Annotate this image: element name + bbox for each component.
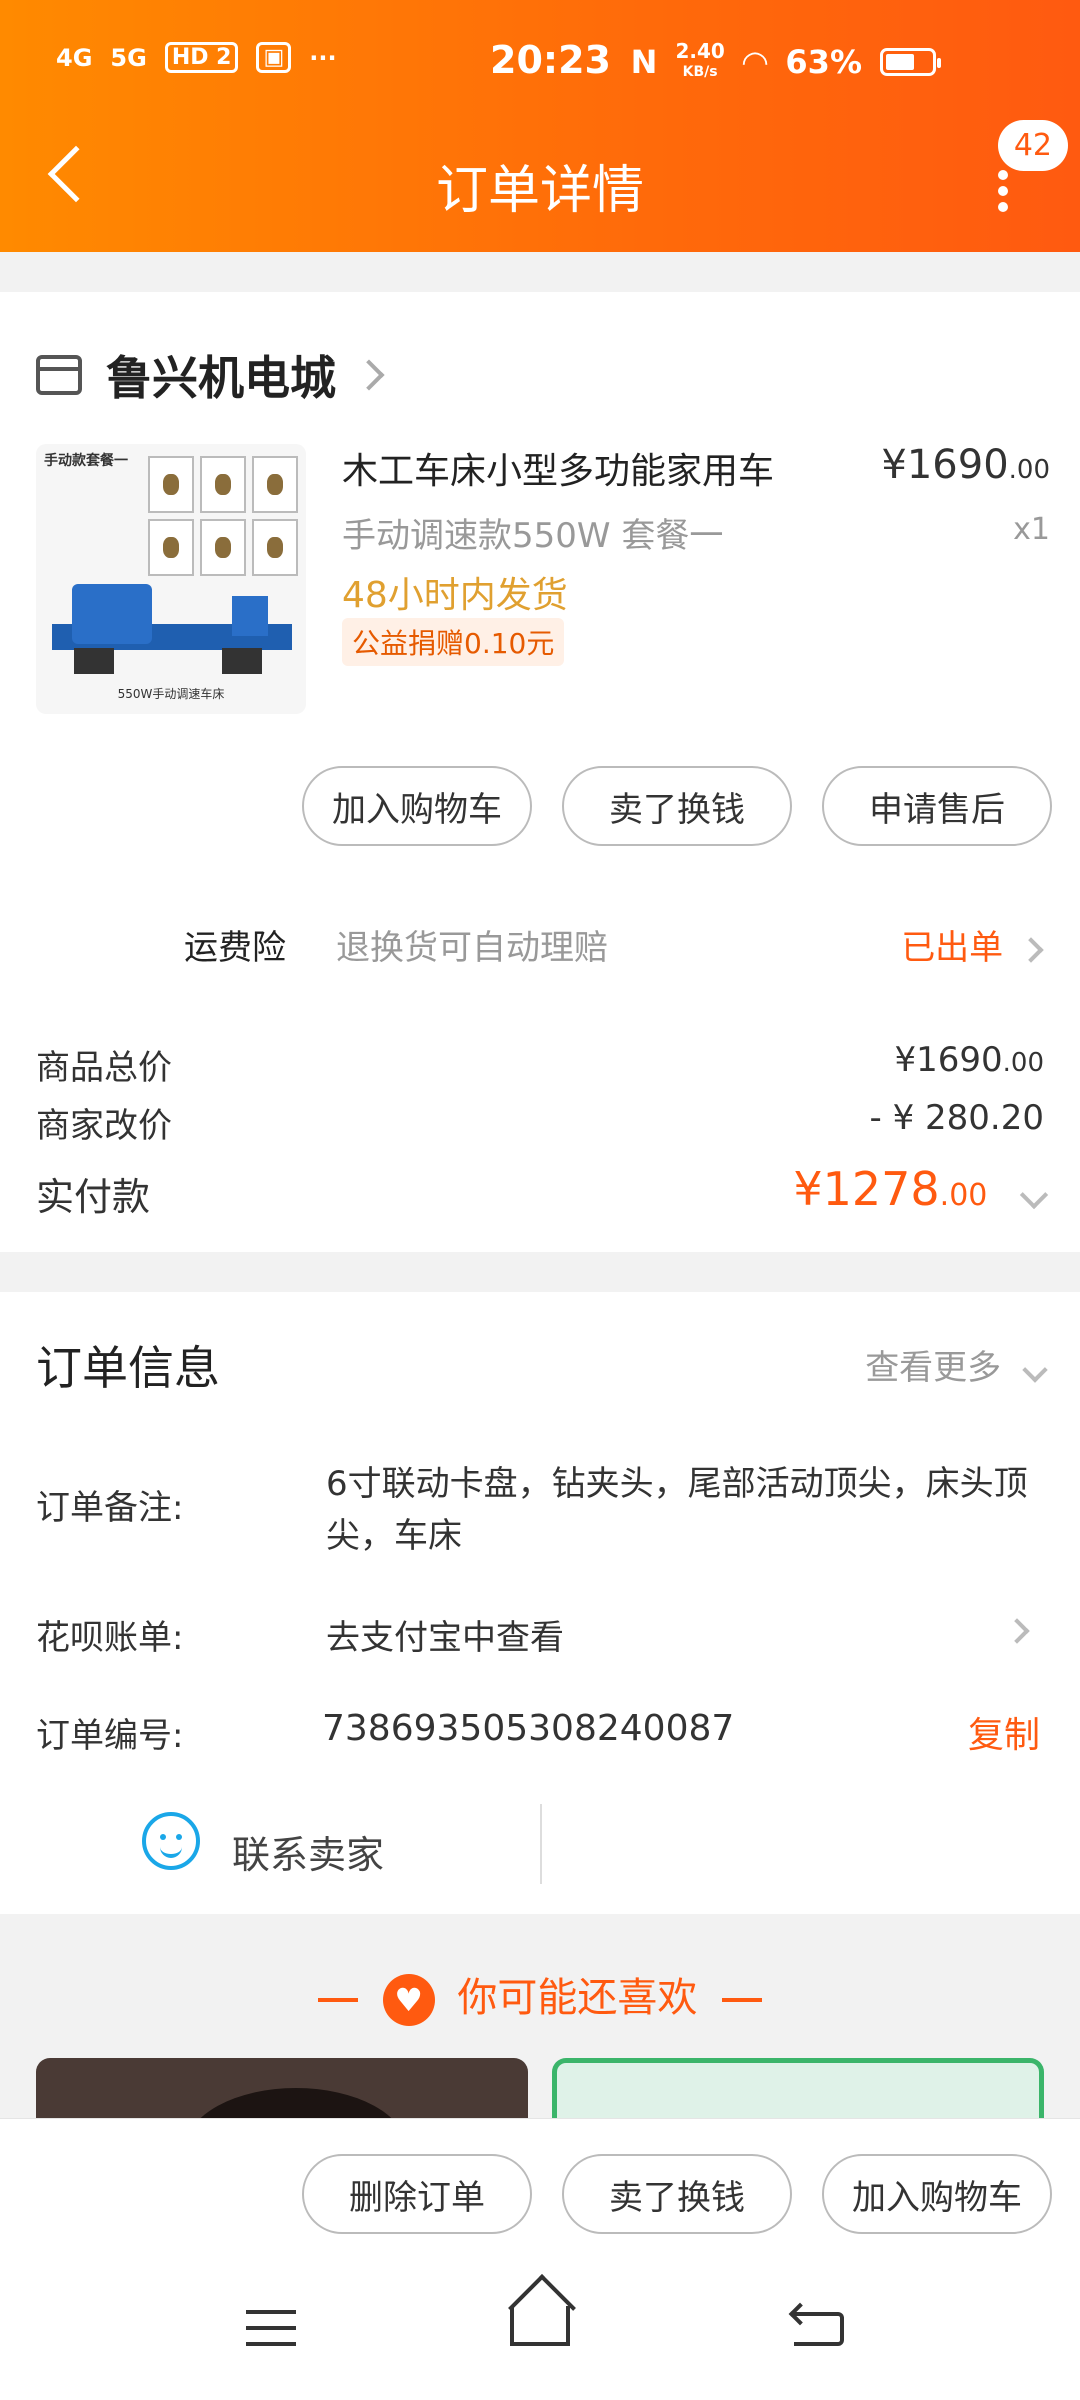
contact-seller-icon [142,1812,200,1870]
view-more-text: 查看更多 [865,1348,1002,1388]
price-main: ¥1690 [881,442,1009,488]
chevron-down-icon [1022,1357,1048,1383]
insurance-desc: 退换货可自动理赔 [336,928,608,968]
lathe-illustration [52,584,292,674]
accessory-tile [252,456,298,513]
note-label: 订单备注: [36,1488,184,1528]
accessory-tile [252,519,298,576]
accessory-tile [200,456,246,513]
contact-divider [540,1804,542,1884]
chevron-down-icon [1019,1180,1049,1210]
huabei-link[interactable]: 去支付宝中查看 [326,1610,1036,1659]
status-bar: 4G 5G HD 2 ▣ ··· 20:23 N 2.40 KB/s ◠ 63% [0,38,1080,88]
delete-order-button[interactable]: 删除订单 [302,2154,532,2234]
order-no-label: 订单编号: [36,1716,184,1756]
product-sku: 手动调速款550W 套餐一 [342,516,724,556]
home-icon[interactable] [510,2306,570,2346]
nav-bar: 订单详情 42 [0,120,1080,221]
chevron-right-icon [1018,937,1044,963]
huabei-label: 花呗账单: [36,1618,184,1658]
more-status-icon: ··· [309,43,337,72]
nfc-icon: N [630,42,658,81]
recommend-title: 你可能还喜欢 [457,1975,698,2021]
insurance-status[interactable]: 已出单 [901,920,1044,969]
notification-icon: ▣ [256,42,292,73]
total-label: 商品总价 [36,1048,172,1088]
system-nav-bar [0,2300,1080,2380]
insurance-status-text: 已出单 [901,928,1004,968]
paid-decimal: .00 [939,1178,988,1213]
adjust-value: - ¥ 280.20 [869,1098,1044,1138]
signal-4g-icon: 4G [56,43,93,72]
status-right: N 2.40 KB/s ◠ 63% [630,39,941,81]
chevron-right-icon [1004,1618,1030,1644]
battery-icon [880,47,941,76]
charity-tag: 公益捐赠0.10元 [342,618,565,666]
accessory-grid [148,456,298,576]
shop-row[interactable]: 鲁兴机电城 [36,342,385,408]
insurance-label: 运费险 [184,928,286,968]
accessory-tile [200,519,246,576]
price-decimal: .00 [1008,455,1050,485]
recommend-heading: ♥ 你可能还喜欢 [0,1965,1080,2026]
speed-value: 2.40 [675,39,725,63]
shop-icon [36,355,82,395]
accessory-tile [148,456,194,513]
accessory-tile [148,519,194,576]
total-main: ¥1690 [894,1040,1003,1080]
paid-label: 实付款 [36,1175,151,1219]
contact-seller-button[interactable]: 联系卖家 [232,1824,384,1879]
add-to-cart-button[interactable]: 加入购物车 [302,766,532,846]
total-value: ¥1690.00 [894,1040,1044,1080]
hd-icon: HD 2 [164,42,239,73]
paid-value[interactable]: ¥1278.00 [793,1162,1049,1216]
chevron-right-icon [353,359,385,391]
system-back-icon[interactable] [794,2312,844,2346]
view-more[interactable]: 查看更多 [865,1340,1048,1389]
bottom-add-cart-button[interactable]: 加入购物车 [822,2154,1052,2234]
product-title[interactable]: 木工车床小型多功能家用车 [342,442,774,494]
copy-button[interactable]: 复制 [968,1706,1040,1758]
battery-percent: 63% [785,42,862,81]
bottom-sell-button[interactable]: 卖了换钱 [562,2154,792,2234]
heart-icon: ♥ [382,1974,435,2026]
huabei-value: 去支付宝中查看 [326,1618,564,1658]
signal-5g-icon: 5G [110,43,147,72]
wifi-icon: ◠ [742,42,768,81]
product-price: ¥1690.00 [881,442,1050,488]
paid-main: ¥1278 [793,1162,940,1216]
product-image[interactable]: 手动款套餐一 550W手动调速车床 [36,444,306,714]
sell-button[interactable]: 卖了换钱 [562,766,792,846]
adjust-label: 商家改价 [36,1106,172,1146]
more-menu-icon[interactable] [998,170,1010,212]
total-decimal: .00 [1002,1048,1044,1078]
order-no-value: 738693505308240087 [322,1708,735,1749]
recommend-line-left [317,1998,358,2002]
message-badge: 42 [997,120,1068,171]
network-speed: 2.40 KB/s [675,39,725,81]
product-image-caption: 550W手动调速车床 [117,687,225,701]
after-sale-button[interactable]: 申请售后 [822,766,1052,846]
status-time: 20:23 [490,38,611,82]
recents-icon[interactable] [246,2310,296,2358]
top-header: 4G 5G HD 2 ▣ ··· 20:23 N 2.40 KB/s ◠ 63%… [0,0,1080,252]
page-title: 订单详情 [435,161,644,221]
note-value: 6寸联动卡盘，钻夹头，尾部活动顶尖，床头顶尖，车床 [326,1464,1028,1556]
speed-unit: KB/s [682,64,718,80]
status-left: 4G 5G HD 2 ▣ ··· [56,42,337,73]
shipping-promise: 48小时内发货 [342,575,568,616]
product-image-header: 手动款套餐一 [44,453,128,469]
product-qty: x1 [1013,512,1050,547]
recommend-line-right [722,1998,763,2002]
order-info-heading: 订单信息 [36,1341,220,1395]
shop-name: 鲁兴机电城 [106,351,336,405]
